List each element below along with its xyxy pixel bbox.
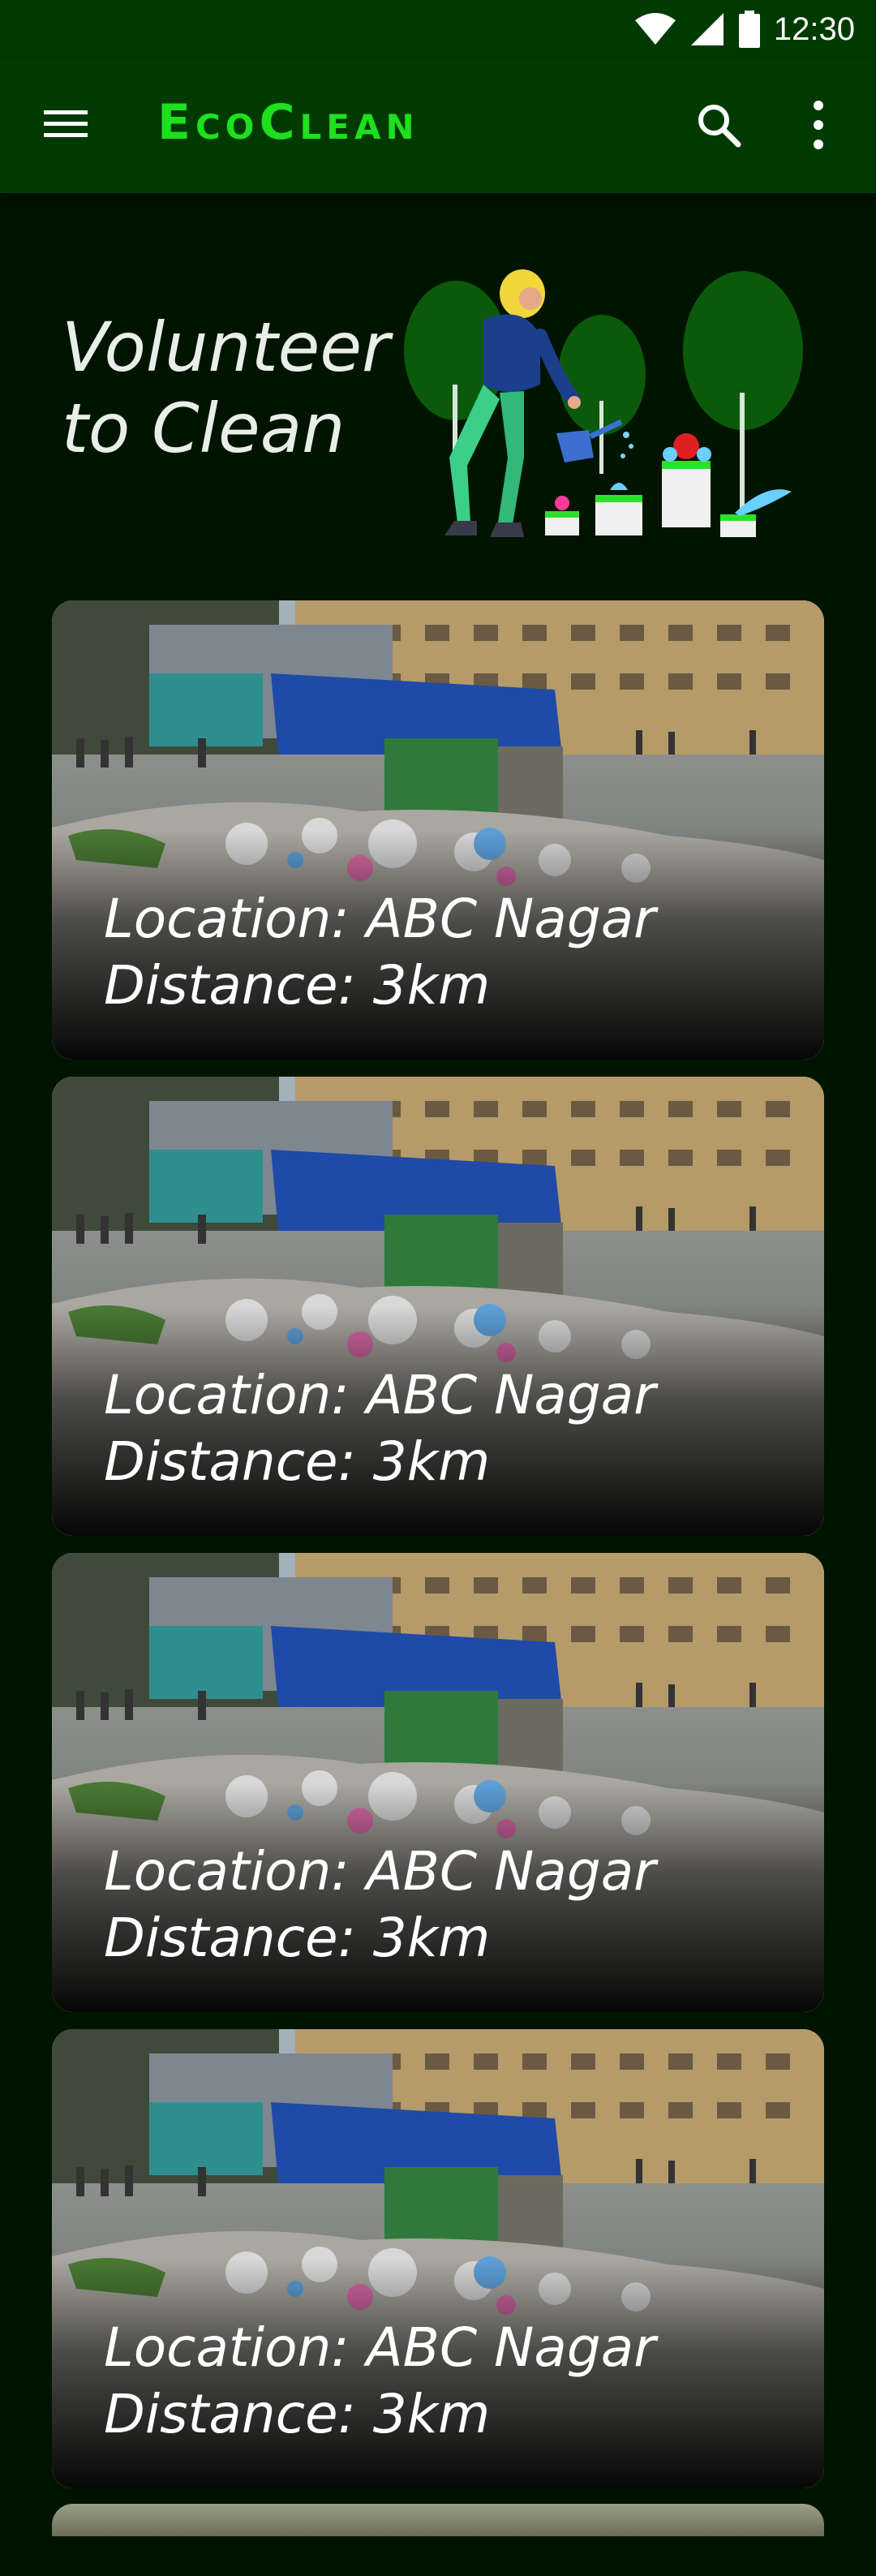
status-time: 12:30 xyxy=(773,11,855,47)
app-title: EcoClean xyxy=(157,94,419,151)
card-location: Location: ABC Nagar xyxy=(104,2316,656,2379)
location-card[interactable]: Location: ABC Nagar Distance: 3km xyxy=(52,1077,824,1536)
location-card[interactable]: Location: ABC Nagar Distance: 3km xyxy=(52,2029,824,2488)
card-caption: Location: ABC Nagar Distance: 3km xyxy=(104,1362,655,1495)
hero-banner: Volunteer to Clean xyxy=(0,193,876,583)
card-distance: Distance: 3km xyxy=(104,2383,491,2445)
card-location: Location: ABC Nagar xyxy=(104,1840,656,1903)
hamburger-menu-icon[interactable] xyxy=(42,101,89,148)
location-card[interactable]: Location: ABC Nagar Distance: 3km xyxy=(52,600,824,1060)
hero-title: Volunteer to Clean xyxy=(62,307,390,469)
card-caption: Location: ABC Nagar Distance: 3km xyxy=(104,2315,655,2448)
card-distance: Distance: 3km xyxy=(104,954,491,1017)
card-caption: Location: ABC Nagar Distance: 3km xyxy=(104,1838,655,1972)
card-location: Location: ABC Nagar xyxy=(104,1364,656,1426)
location-card[interactable]: Location: ABC Nagar Distance: 3km xyxy=(52,1553,824,2012)
card-location: Location: ABC Nagar xyxy=(104,888,656,950)
woman-watering-plants-illustration xyxy=(404,269,803,537)
battery-icon xyxy=(738,11,760,48)
app-bar: EcoClean xyxy=(0,58,876,193)
more-vertical-icon[interactable] xyxy=(800,97,837,153)
search-icon[interactable] xyxy=(694,101,743,149)
cellular-signal-icon xyxy=(690,13,724,45)
wifi-icon xyxy=(634,13,676,45)
status-bar: 12:30 xyxy=(0,0,876,58)
location-card-partial[interactable] xyxy=(52,2504,824,2536)
card-distance: Distance: 3km xyxy=(104,1430,491,1493)
hero-title-line1: Volunteer xyxy=(62,307,390,387)
hero-title-line2: to Clean xyxy=(62,389,346,468)
card-caption: Location: ABC Nagar Distance: 3km xyxy=(104,886,655,1019)
status-icons: 12:30 xyxy=(634,8,855,50)
card-distance: Distance: 3km xyxy=(104,1907,491,1969)
